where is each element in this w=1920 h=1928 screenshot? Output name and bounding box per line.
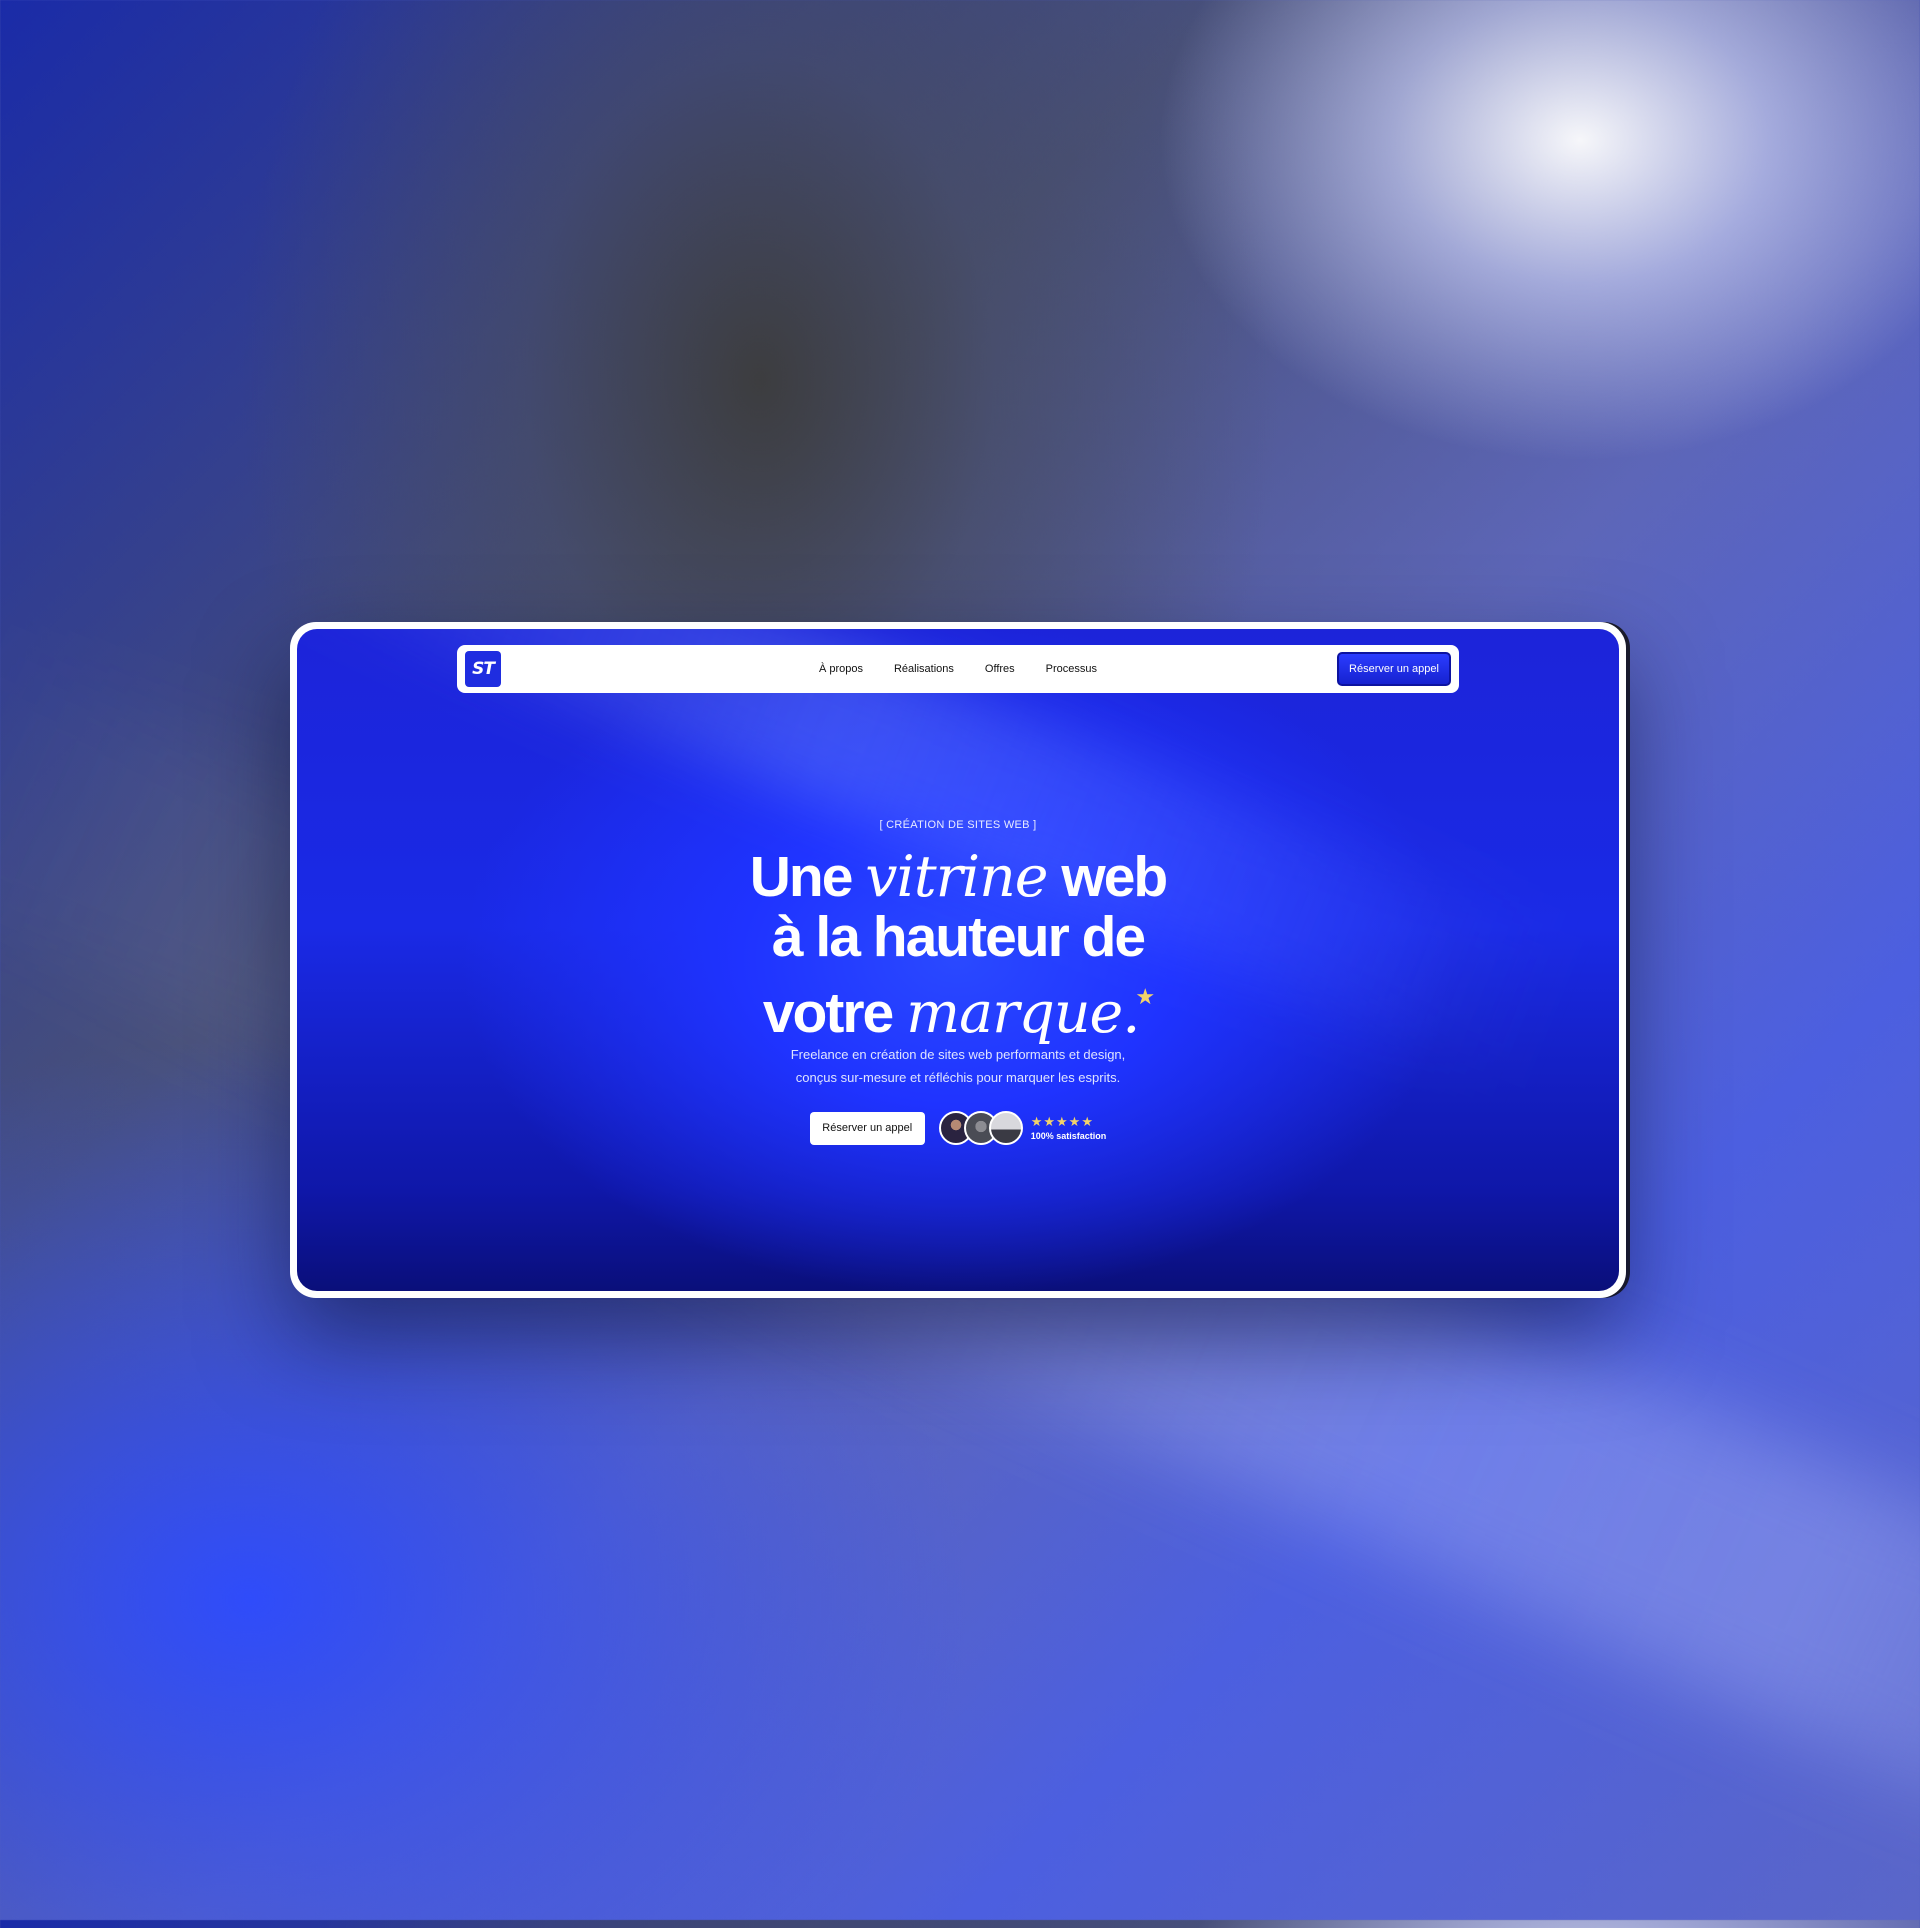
- nav-links: À propos Réalisations Offres Processus: [457, 645, 1459, 693]
- nav-link-realisations[interactable]: Réalisations: [894, 663, 954, 675]
- headline-line1-end: web: [1047, 845, 1168, 909]
- hero-subtitle: Freelance en création de sites web perfo…: [297, 1043, 1619, 1089]
- sparkle-star-icon: ★: [1135, 984, 1155, 1009]
- website-screen: ST À propos Réalisations Offres Processu…: [297, 629, 1619, 1291]
- rating-stars-icon: ★★★★★: [1030, 1114, 1094, 1129]
- logo-text: ST: [472, 659, 495, 679]
- headline-line1-start: Une: [749, 845, 866, 909]
- client-avatars: [938, 1111, 1023, 1145]
- rating-label: 100% satisfaction: [1030, 1131, 1107, 1141]
- hero-book-call-button[interactable]: Réserver un appel: [809, 1111, 925, 1145]
- avatar: [988, 1111, 1023, 1145]
- subtitle-line2: conçus sur-mesure et réfléchis pour marq…: [795, 1070, 1121, 1085]
- subtitle-line1: Freelance en création de sites web perfo…: [790, 1047, 1126, 1062]
- nav-link-offres[interactable]: Offres: [985, 663, 1015, 675]
- hero-headline: Une vitrine web à la hauteur de votre ma…: [297, 847, 1619, 1043]
- hero-cta-row: Réserver un appel ★★★★★ 100% satisfactio…: [297, 1110, 1619, 1146]
- headline-line2: à la hauteur de: [771, 905, 1146, 969]
- satisfaction-rating: ★★★★★ 100% satisfaction: [1030, 1114, 1107, 1142]
- nav-link-processus[interactable]: Processus: [1046, 663, 1097, 675]
- nav-link-a-propos[interactable]: À propos: [819, 663, 863, 675]
- headline-line3-start: votre: [762, 981, 907, 1045]
- nav-book-call-button[interactable]: Réserver un appel: [1337, 652, 1451, 686]
- headline-word-marque: marque.: [906, 980, 1140, 1046]
- browser-mockup-frame: ST À propos Réalisations Offres Processu…: [290, 622, 1626, 1298]
- brand-logo[interactable]: ST: [465, 651, 501, 687]
- hero-eyebrow: [ CRÉATION DE SITES WEB ]: [879, 819, 1037, 831]
- headline-word-vitrine: vitrine: [865, 844, 1048, 910]
- navbar: ST À propos Réalisations Offres Processu…: [457, 645, 1459, 693]
- page: { "nav": { "logo_text": "ST", "links": […: [0, 0, 1920, 1928]
